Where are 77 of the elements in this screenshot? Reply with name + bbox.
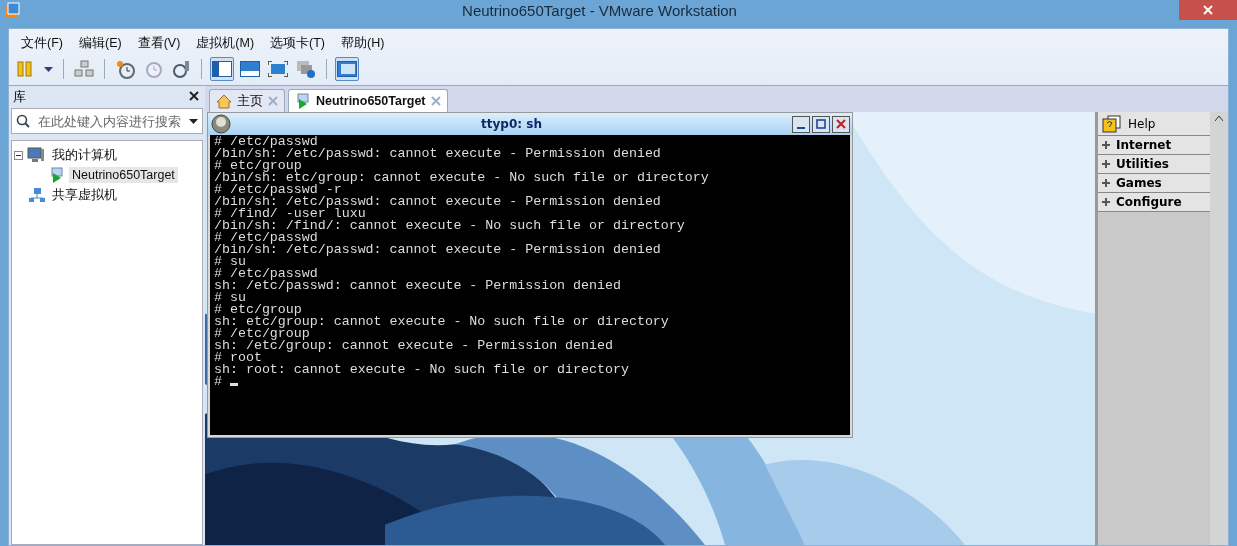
terminal-line: # etc/group	[214, 304, 302, 316]
terminal-line: # etc/group	[214, 160, 302, 172]
terminal-line: # /find/ -user luxu	[214, 208, 366, 220]
close-icon	[430, 96, 441, 106]
terminal-line: # /etc/group	[214, 328, 310, 340]
console-view-icon	[240, 61, 260, 77]
computer-icon	[27, 147, 45, 163]
terminal-line: # su	[214, 292, 246, 304]
shelf-item[interactable]: Configure	[1098, 193, 1210, 212]
search-field[interactable]: 在此处键入内容进行搜索	[11, 108, 203, 134]
tab[interactable]: 主页	[209, 89, 285, 112]
shelf-item[interactable]: Help	[1098, 112, 1210, 136]
tab[interactable]: Neutrino650Target	[288, 89, 448, 112]
terminal-prompt: #	[214, 376, 222, 388]
minimize-button[interactable]	[792, 115, 810, 133]
close-button[interactable]	[189, 91, 201, 103]
clock-icon	[115, 59, 135, 79]
collapse-toggle[interactable]	[14, 150, 23, 160]
terminal-line: # /etc/passwd -r	[214, 184, 342, 196]
window-title: Neutrino650Target - VMware Workstation	[461, 1, 738, 19]
toolbar-button[interactable]	[210, 57, 234, 81]
terminal-line: /bin/sh: /etc/passwd: cannot execute - Permission denied	[214, 148, 662, 160]
shelf-item[interactable]: Internet	[1098, 136, 1210, 155]
terminal-line: /bin/sh: /find/: cannot execute - No such file or directory	[214, 220, 686, 232]
pause-icon	[17, 60, 33, 78]
tree-item[interactable]: 我的计算机	[49, 145, 120, 165]
caret-icon	[43, 66, 53, 72]
menu-item[interactable]: 虚拟机(M)	[190, 34, 261, 52]
menu-item[interactable]: 查看(V)	[131, 34, 187, 52]
menu-item[interactable]: 编辑(E)	[72, 34, 128, 52]
close-icon	[268, 96, 278, 106]
vm-icon	[295, 93, 311, 109]
toolbar-button[interactable]	[335, 57, 359, 81]
terminal-line: sh: /etc/group: cannot execute - Permission denied	[214, 340, 614, 352]
terminal-line: /bin/sh: /etc/passwd: cannot execute - Permission denied	[214, 196, 662, 208]
terminal-line: # /etc/passwd	[214, 232, 318, 244]
thumbnail-bar-icon	[337, 61, 357, 77]
close-icon	[836, 119, 846, 129]
scroll-up-icon[interactable]	[1215, 116, 1223, 121]
clock-wrench-icon	[171, 59, 191, 79]
tree-item[interactable]: Neutrino650Target	[69, 167, 178, 183]
terminal-line: sh: root: cannot execute - No such file or directory	[214, 364, 630, 376]
terminal-line: /bin/sh: /etc/passwd: cannot execute - Permission denied	[214, 244, 662, 256]
app-icon	[4, 2, 20, 18]
text-cursor	[230, 383, 238, 386]
maximize-icon	[816, 119, 826, 129]
menu-item[interactable]: 帮助(H)	[335, 34, 391, 52]
terminal-line: # /etc/passwd	[214, 268, 318, 280]
home-icon	[216, 93, 232, 109]
help-icon	[1102, 114, 1122, 133]
terminal-line: # su	[214, 256, 246, 268]
fullscreen-icon	[268, 61, 288, 77]
caret-icon	[189, 118, 198, 124]
network-icon	[74, 60, 94, 78]
shelf-item[interactable]: Games	[1098, 174, 1210, 193]
menu-item[interactable]: 文件(F)	[15, 34, 69, 52]
close-icon	[1203, 5, 1213, 15]
maximize-button[interactable]	[812, 115, 830, 133]
clock-icon	[143, 59, 163, 79]
search-icon	[16, 114, 30, 128]
window-title: ttyp0: sh	[480, 117, 543, 131]
tree-item[interactable]: 共享虚拟机	[49, 185, 120, 205]
terminal-line: # root	[214, 352, 262, 364]
terminal-line: sh: etc/group: cannot execute - No such file or directory	[214, 316, 670, 328]
vm-icon	[49, 167, 65, 183]
panel-title: 库	[13, 88, 26, 106]
close-icon	[189, 91, 199, 101]
terminal-line: # /etc/passwd	[214, 136, 318, 148]
terminal-line: /bin/sh: etc/group: cannot execute - No such file or directory	[214, 172, 710, 184]
sidebar-icon	[212, 61, 232, 77]
close-button[interactable]	[832, 115, 850, 133]
menu-item[interactable]: 选项卡(T)	[264, 34, 332, 52]
minimize-icon	[797, 127, 805, 129]
windows-info-icon	[296, 60, 316, 78]
shared-network-icon	[29, 187, 45, 203]
terminal-line: sh: /etc/passwd: cannot execute - Permission denied	[214, 280, 622, 292]
shelf-item[interactable]: Utilities	[1098, 155, 1210, 174]
